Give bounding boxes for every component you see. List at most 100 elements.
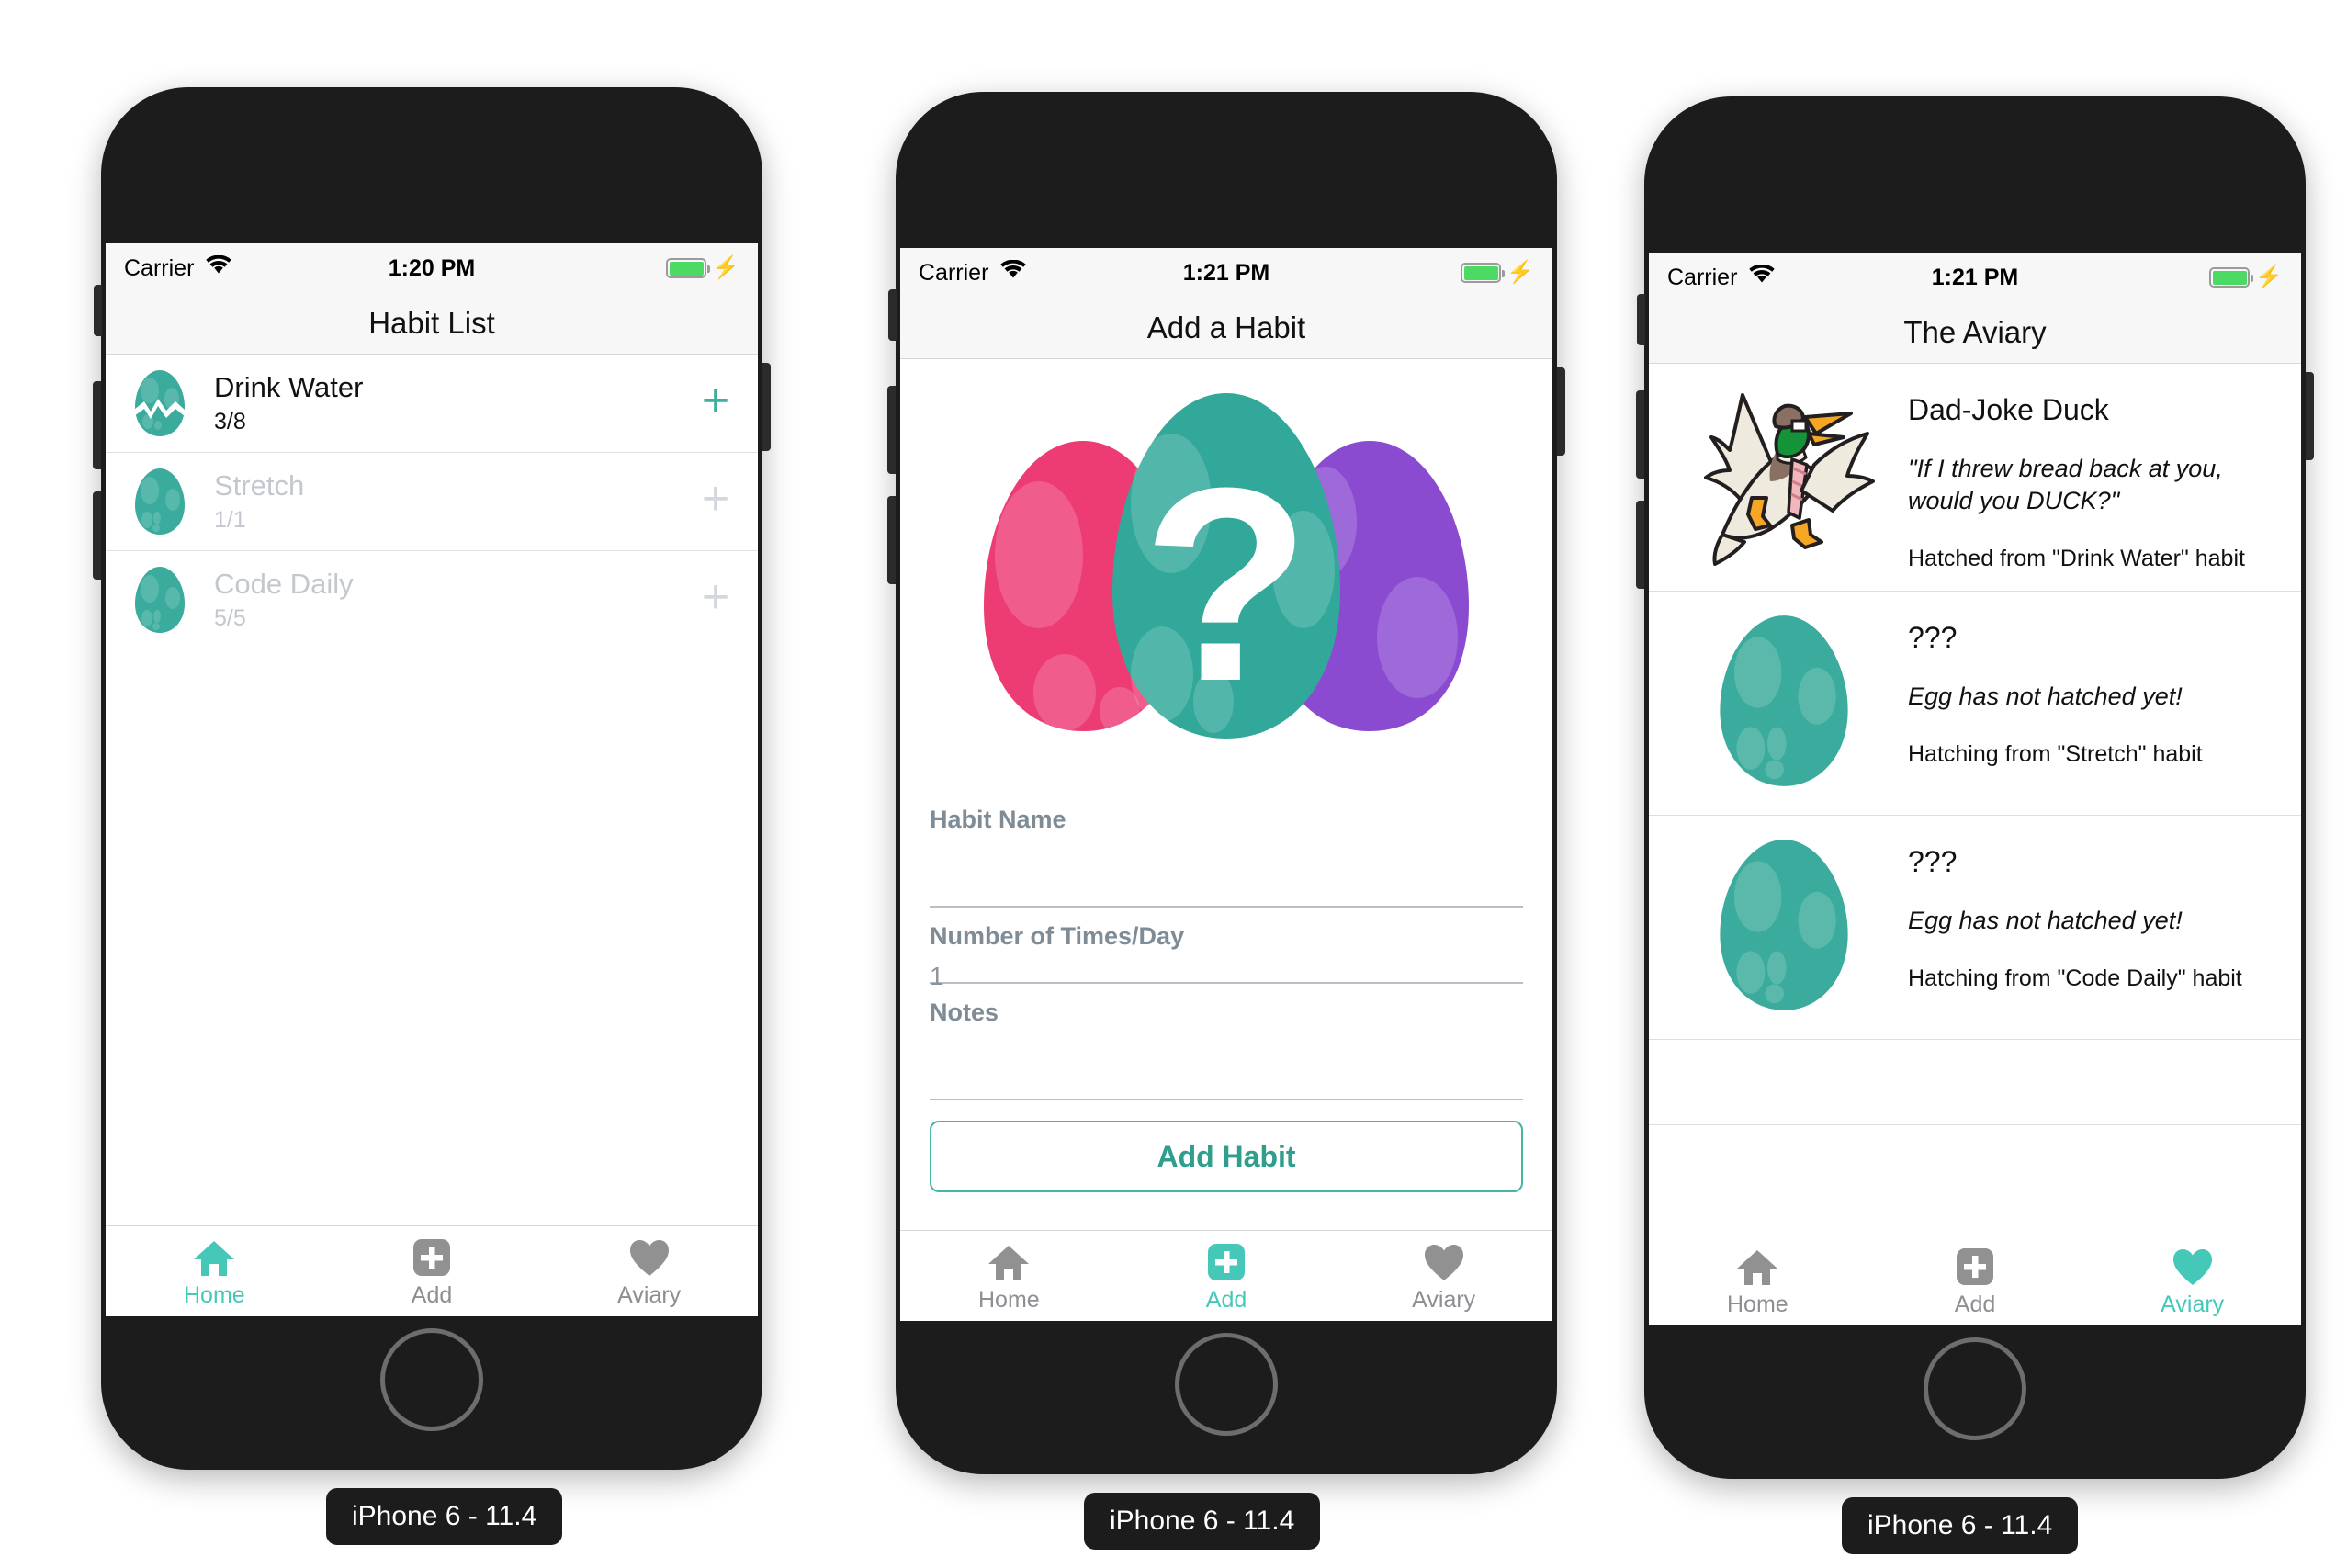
times-per-day-label: Number of Times/Day bbox=[930, 922, 1185, 950]
tab-add[interactable]: Add bbox=[323, 1226, 541, 1316]
phone-device-1: Carrier 1:20 PM ⚡ Habit List Drink Water… bbox=[93, 87, 771, 1470]
notes-input[interactable] bbox=[930, 1027, 1523, 1100]
power-button[interactable] bbox=[762, 363, 771, 451]
habit-row[interactable]: Drink Water 3/8 + bbox=[106, 355, 758, 453]
tab-add[interactable]: Add bbox=[1118, 1231, 1336, 1321]
times-per-day-field: Number of Times/Day 1 bbox=[930, 922, 1523, 990]
aviary-row[interactable]: ??? Egg has not hatched yet! Hatching fr… bbox=[1649, 592, 2301, 816]
tab-add-label: Add bbox=[1954, 1292, 1996, 1317]
increment-habit-button[interactable]: + bbox=[673, 475, 758, 528]
egg-icon bbox=[1710, 835, 1857, 1020]
carrier-label: Carrier bbox=[124, 254, 195, 281]
notes-field: Notes bbox=[930, 998, 1523, 1100]
home-icon bbox=[193, 1234, 235, 1278]
plus-square-icon bbox=[412, 1234, 452, 1278]
aviary-row[interactable]: Dad-Joke Duck "If I threw bread back at … bbox=[1649, 364, 2301, 592]
tab-add-label: Add bbox=[411, 1282, 453, 1308]
mute-switch[interactable] bbox=[888, 289, 897, 341]
egg-icon bbox=[1710, 611, 1857, 795]
carrier-label: Carrier bbox=[919, 259, 989, 286]
tab-add[interactable]: Add bbox=[1867, 1235, 2084, 1325]
increment-habit-button[interactable]: + bbox=[673, 377, 758, 430]
volume-up-button[interactable] bbox=[887, 386, 896, 474]
aviary-row[interactable]: ??? Egg has not hatched yet! Hatching fr… bbox=[1649, 816, 2301, 1040]
volume-down-button[interactable] bbox=[93, 491, 101, 580]
tab-home[interactable]: Home bbox=[1649, 1235, 1867, 1325]
volume-down-button[interactable] bbox=[887, 496, 896, 584]
tab-aviary[interactable]: Aviary bbox=[2083, 1235, 2301, 1325]
aviary-quote: "If I threw bread back at you, would you… bbox=[1908, 455, 2223, 514]
status-bar: Carrier 1:21 PM ⚡ bbox=[1649, 253, 2301, 302]
home-button[interactable] bbox=[1175, 1333, 1278, 1436]
habit-name-value bbox=[930, 834, 1523, 845]
mystery-eggs-icon: ? bbox=[951, 389, 1502, 761]
status-bar: Carrier 1:21 PM ⚡ bbox=[900, 248, 1552, 298]
tab-aviary-label: Aviary bbox=[2161, 1292, 2225, 1317]
plus-square-icon bbox=[1206, 1238, 1247, 1282]
tab-aviary-label: Aviary bbox=[1412, 1287, 1476, 1313]
wifi-icon bbox=[1748, 264, 1776, 291]
habit-info: Drink Water 3/8 bbox=[214, 371, 673, 436]
page-title: Add a Habit bbox=[1146, 310, 1306, 344]
home-button[interactable] bbox=[1924, 1337, 2026, 1440]
tab-bar: Home Add Aviary bbox=[106, 1225, 758, 1316]
tab-home-label: Home bbox=[977, 1287, 1040, 1313]
tab-add-label: Add bbox=[1205, 1287, 1247, 1313]
aviary-text: ??? Egg has not hatched yet! Hatching fr… bbox=[1899, 832, 2281, 1022]
status-right: ⚡ bbox=[1461, 262, 1534, 284]
tab-home[interactable]: Home bbox=[900, 1231, 1118, 1321]
volume-up-button[interactable] bbox=[93, 381, 101, 469]
screen-aviary: Carrier 1:21 PM ⚡ The Aviary Dad-Joke Du… bbox=[1649, 253, 2301, 1325]
increment-habit-button[interactable]: + bbox=[673, 573, 758, 626]
volume-down-button[interactable] bbox=[1636, 501, 1644, 589]
battery-icon bbox=[2209, 267, 2254, 288]
habit-name-input[interactable] bbox=[930, 834, 1523, 908]
egg-icon bbox=[131, 565, 188, 635]
power-button[interactable] bbox=[2306, 372, 2314, 460]
form-fields: Habit Name Number of Times/Day 1 Notes A… bbox=[900, 806, 1552, 1192]
status-right: ⚡ bbox=[2209, 266, 2283, 288]
home-button[interactable] bbox=[380, 1328, 483, 1431]
charging-icon: ⚡ bbox=[1506, 260, 1534, 285]
phone-device-2: Carrier 1:21 PM ⚡ Add a Habit ? Habit Na… bbox=[887, 92, 1565, 1474]
habit-name: Code Daily bbox=[214, 567, 354, 600]
tab-aviary[interactable]: Aviary bbox=[1335, 1231, 1552, 1321]
page-title: The Aviary bbox=[1903, 315, 2047, 349]
add-habit-button[interactable]: Add Habit bbox=[930, 1121, 1523, 1192]
times-per-day-input[interactable]: 1 bbox=[930, 951, 1523, 990]
nav-bar: Add a Habit bbox=[900, 298, 1552, 359]
device-label: iPhone 6 - 11.4 bbox=[326, 1488, 563, 1545]
power-button[interactable] bbox=[1557, 367, 1565, 456]
egg-icon bbox=[131, 467, 188, 536]
aviary-text: ??? Egg has not hatched yet! Hatching fr… bbox=[1899, 608, 2281, 798]
habit-name-field: Habit Name bbox=[930, 806, 1523, 908]
tab-aviary[interactable]: Aviary bbox=[540, 1226, 758, 1316]
aviary-list: Dad-Joke Duck "If I threw bread back at … bbox=[1649, 364, 2301, 1125]
tab-home[interactable]: Home bbox=[106, 1226, 323, 1316]
home-icon bbox=[987, 1238, 1030, 1282]
mute-switch[interactable] bbox=[1637, 294, 1645, 345]
nav-bar: The Aviary bbox=[1649, 302, 2301, 364]
aviary-source: Hatching from "Stretch" habit bbox=[1908, 741, 2203, 768]
aviary-title: ??? bbox=[1908, 620, 1958, 654]
phone-device-3: Carrier 1:21 PM ⚡ The Aviary Dad-Joke Du… bbox=[1636, 96, 2314, 1479]
add-habit-form: ? Habit Name Number of Times/Day 1 Notes… bbox=[900, 359, 1552, 1192]
notes-value bbox=[930, 1027, 1523, 1038]
status-left: Carrier bbox=[124, 254, 232, 282]
aviary-quote: Egg has not hatched yet! bbox=[1908, 906, 2183, 934]
aviary-source: Hatched from "Drink Water" habit bbox=[1908, 546, 2245, 572]
mute-switch[interactable] bbox=[94, 285, 102, 336]
habit-name-label: Habit Name bbox=[930, 806, 1066, 833]
aviary-art bbox=[1669, 608, 1899, 798]
volume-up-button[interactable] bbox=[1636, 390, 1644, 479]
habit-row[interactable]: Stretch 1/1 + bbox=[106, 453, 758, 551]
svg-text:?: ? bbox=[1142, 430, 1310, 739]
tab-aviary-label: Aviary bbox=[617, 1282, 682, 1308]
screenshot-canvas: Carrier 1:20 PM ⚡ Habit List Drink Water… bbox=[0, 0, 2347, 1568]
wifi-icon bbox=[205, 254, 232, 282]
screen-habit-list: Carrier 1:20 PM ⚡ Habit List Drink Water… bbox=[106, 243, 758, 1316]
habit-row[interactable]: Code Daily 5/5 + bbox=[106, 551, 758, 649]
charging-icon: ⚡ bbox=[2255, 265, 2283, 289]
duck-icon bbox=[1686, 380, 1883, 573]
mystery-eggs-hero: ? bbox=[900, 359, 1552, 791]
